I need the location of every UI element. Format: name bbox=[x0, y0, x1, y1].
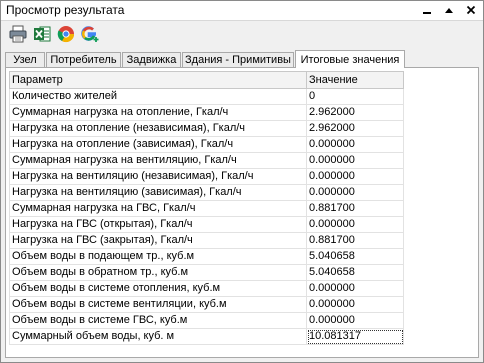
param-cell[interactable]: Нагрузка на вентиляцию (зависимая), Гкал… bbox=[9, 184, 307, 201]
value-cell[interactable]: 0.881700 bbox=[306, 232, 404, 249]
google-plus-icon[interactable] bbox=[81, 25, 99, 43]
param-cell[interactable]: Суммарная нагрузка на вентиляцию, Гкал/ч bbox=[9, 152, 307, 169]
param-cell[interactable]: Нагрузка на вентиляцию (независимая), Гк… bbox=[9, 168, 307, 185]
printer-icon[interactable] bbox=[9, 25, 27, 43]
window-title: Просмотр результата bbox=[6, 3, 125, 17]
minimize-icon[interactable] bbox=[419, 2, 435, 18]
table-row[interactable]: Суммарная нагрузка на ГВС, Гкал/ч 0.88170… bbox=[9, 200, 404, 217]
param-cell[interactable]: Объем воды в системе вентиляции, куб.м bbox=[9, 296, 307, 313]
param-cell[interactable]: Нагрузка на ГВС (закрытая), Гкал/ч bbox=[9, 232, 307, 249]
value-cell[interactable]: 0.000000 bbox=[306, 312, 404, 329]
value-cell[interactable]: 5.040658 bbox=[306, 248, 404, 265]
value-cell-selected[interactable]: 10.081317 bbox=[306, 328, 404, 345]
param-cell[interactable]: Нагрузка на отопление (зависимая), Гкал/… bbox=[9, 136, 307, 153]
table-row[interactable]: Объем воды в системе вентиляции, куб.м 0.… bbox=[9, 296, 404, 313]
table-row[interactable]: Количество жителей 0 bbox=[9, 88, 404, 105]
tab-consumer[interactable]: Потребитель bbox=[46, 52, 121, 67]
close-icon[interactable] bbox=[463, 2, 479, 18]
param-cell[interactable]: Суммарный объем воды, куб. м bbox=[9, 328, 307, 345]
table-row[interactable]: Суммарная нагрузка на отопление, Гкал/ч 2… bbox=[9, 104, 404, 121]
chrome-icon[interactable] bbox=[57, 25, 75, 43]
results-table: Параметр Значение Количество жителей 0 Су… bbox=[9, 71, 404, 345]
table-row[interactable]: Объем воды в подающем тр., куб.м 5.040658 bbox=[9, 248, 404, 265]
param-cell[interactable]: Нагрузка на ГВС (открытая), Гкал/ч bbox=[9, 216, 307, 233]
value-cell[interactable]: 2.962000 bbox=[306, 104, 404, 121]
value-cell[interactable]: 0.000000 bbox=[306, 168, 404, 185]
value-cell[interactable]: 0.000000 bbox=[306, 136, 404, 153]
restore-icon[interactable] bbox=[441, 2, 457, 18]
value-cell[interactable]: 0.000000 bbox=[306, 280, 404, 297]
param-cell[interactable]: Суммарная нагрузка на отопление, Гкал/ч bbox=[9, 104, 307, 121]
table-row[interactable]: Объем воды в системе отопления, куб.м 0.0… bbox=[9, 280, 404, 297]
value-cell[interactable]: 2.962000 bbox=[306, 120, 404, 137]
param-cell[interactable]: Объем воды в обратном тр., куб.м bbox=[9, 264, 307, 281]
value-cell[interactable]: 0.000000 bbox=[306, 296, 404, 313]
tab-totals[interactable]: Итоговые значения bbox=[295, 50, 405, 68]
column-header-param[interactable]: Параметр bbox=[9, 71, 307, 89]
param-cell[interactable]: Объем воды в подающем тр., куб.м bbox=[9, 248, 307, 265]
column-header-value[interactable]: Значение bbox=[306, 71, 404, 89]
value-cell[interactable]: 0.000000 bbox=[306, 152, 404, 169]
param-cell[interactable]: Нагрузка на отопление (независимая), Гка… bbox=[9, 120, 307, 137]
tab-buildings-primitives[interactable]: Здания - Примитивы bbox=[182, 52, 294, 67]
param-cell[interactable]: Объем воды в системе отопления, куб.м bbox=[9, 280, 307, 297]
table-row[interactable]: Нагрузка на отопление (зависимая), Гкал/… bbox=[9, 136, 404, 153]
table-row[interactable]: Нагрузка на отопление (независимая), Гка… bbox=[9, 120, 404, 137]
table-row[interactable]: Объем воды в системе ГВС, куб.м 0.000000 bbox=[9, 312, 404, 329]
results-window: Просмотр результата Узел Потребитель Зад… bbox=[0, 0, 484, 363]
param-cell[interactable]: Объем воды в системе ГВС, куб.м bbox=[9, 312, 307, 329]
results-panel: Параметр Значение Количество жителей 0 Су… bbox=[5, 67, 479, 358]
tab-valve[interactable]: Задвижка bbox=[122, 52, 181, 67]
tab-node[interactable]: Узел bbox=[5, 52, 45, 67]
excel-icon[interactable] bbox=[33, 25, 51, 43]
table-row[interactable]: Объем воды в обратном тр., куб.м 5.040658 bbox=[9, 264, 404, 281]
table-row[interactable]: Нагрузка на вентиляцию (зависимая), Гкал… bbox=[9, 184, 404, 201]
table-header-row: Параметр Значение bbox=[9, 71, 404, 89]
title-bar[interactable]: Просмотр результата bbox=[1, 1, 483, 21]
value-cell[interactable]: 0 bbox=[306, 88, 404, 105]
value-cell[interactable]: 0.000000 bbox=[306, 216, 404, 233]
table-row[interactable]: Суммарный объем воды, куб. м 10.081317 bbox=[9, 328, 404, 345]
param-cell[interactable]: Количество жителей bbox=[9, 88, 307, 105]
param-cell[interactable]: Суммарная нагрузка на ГВС, Гкал/ч bbox=[9, 200, 307, 217]
table-row[interactable]: Нагрузка на ГВС (закрытая), Гкал/ч 0.8817… bbox=[9, 232, 404, 249]
value-cell[interactable]: 0.000000 bbox=[306, 184, 404, 201]
table-row[interactable]: Суммарная нагрузка на вентиляцию, Гкал/ч… bbox=[9, 152, 404, 169]
value-cell[interactable]: 0.881700 bbox=[306, 200, 404, 217]
table-row[interactable]: Нагрузка на вентиляцию (независимая), Гк… bbox=[9, 168, 404, 185]
value-cell[interactable]: 5.040658 bbox=[306, 264, 404, 281]
table-row[interactable]: Нагрузка на ГВС (открытая), Гкал/ч 0.0000… bbox=[9, 216, 404, 233]
toolbar bbox=[1, 21, 483, 47]
tab-bar: Узел Потребитель Задвижка Здания - Прими… bbox=[5, 50, 481, 68]
